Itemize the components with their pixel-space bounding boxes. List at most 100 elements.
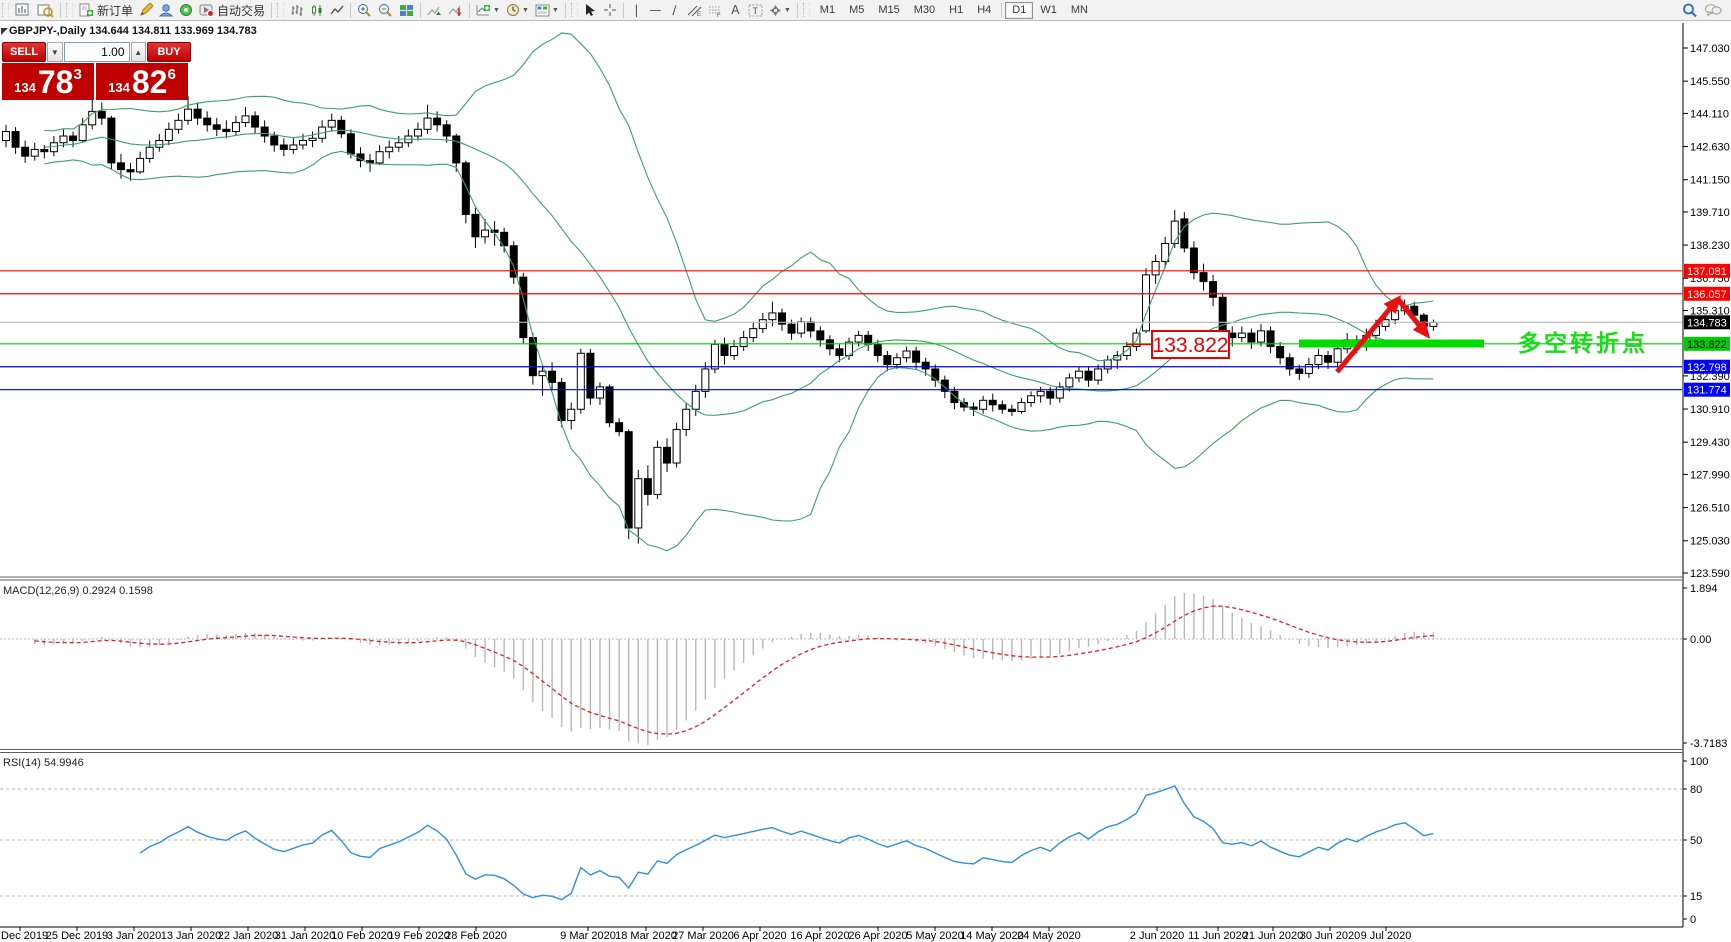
rsi-indicator-label: RSI(14) 54.9946: [3, 757, 84, 769]
vline-tool-button[interactable]: |: [627, 1, 646, 19]
timeframe-button-h1[interactable]: H1: [942, 2, 970, 19]
svg-text:137.081: 137.081: [1687, 266, 1727, 278]
svg-text:0.00: 0.00: [1690, 634, 1711, 646]
sell-price-button[interactable]: 134 78 3: [2, 63, 94, 100]
svg-text:142.630: 142.630: [1690, 142, 1730, 154]
svg-text:27 Mar 2020: 27 Mar 2020: [672, 930, 734, 942]
periods-button[interactable]: ▼: [503, 1, 532, 19]
hline-tool-button[interactable]: —: [646, 1, 665, 19]
bar-chart-button[interactable]: [287, 1, 307, 19]
toolbar-grip[interactable]: [802, 3, 810, 17]
svg-text:E: E: [697, 12, 701, 17]
svg-text:130.910: 130.910: [1690, 404, 1730, 416]
svg-text:31 Jan 2020: 31 Jan 2020: [275, 930, 336, 942]
strategy-tester-button[interactable]: [156, 1, 176, 19]
chat-icon: [1705, 4, 1722, 17]
svg-text:3 Jan 2020: 3 Jan 2020: [107, 930, 161, 942]
svg-text:1.894: 1.894: [1690, 583, 1718, 595]
buy-price-button[interactable]: 134 82 6: [96, 63, 188, 100]
svg-text:22 Jan 2020: 22 Jan 2020: [218, 930, 279, 942]
timeframe-button-m5[interactable]: M5: [842, 2, 871, 19]
sound-icon: [180, 4, 193, 16]
svg-text:21 Jun 2020: 21 Jun 2020: [1243, 930, 1304, 942]
toolbar-separator: [350, 2, 352, 18]
buy-price-pips: 82: [131, 63, 168, 100]
chevron-down-icon: ▼: [521, 6, 529, 14]
arrows-tool-button[interactable]: ▼: [766, 1, 794, 19]
sell-button[interactable]: SELL: [2, 42, 47, 62]
chevron-down-icon: ▼: [783, 6, 791, 14]
svg-text:T: T: [752, 6, 758, 16]
svg-text:19 Feb 2020: 19 Feb 2020: [388, 930, 450, 942]
volume-up-button[interactable]: ▲: [130, 42, 146, 62]
rsi-pane: [0, 785, 1682, 901]
candlestick-button[interactable]: [307, 1, 327, 19]
svg-text:5 Dec 2019: 5 Dec 2019: [0, 930, 48, 942]
tile-windows-button[interactable]: [396, 1, 417, 19]
svg-text:10 Feb 2020: 10 Feb 2020: [331, 930, 393, 942]
svg-text:129.430: 129.430: [1690, 437, 1730, 449]
buy-button[interactable]: BUY: [146, 42, 191, 62]
cursor-tool-button[interactable]: [581, 1, 600, 19]
new-chart-button[interactable]: [12, 1, 34, 19]
buy-price-big-figure: 134: [108, 80, 130, 95]
toolbar-grip[interactable]: [277, 3, 285, 17]
timeframe-button-h4[interactable]: H4: [970, 2, 998, 19]
chart-title: GBPJPY-,Daily 134.644 134.811 133.969 13…: [9, 25, 257, 37]
profiles-button[interactable]: [34, 1, 57, 19]
svg-text:133.822: 133.822: [1687, 339, 1727, 351]
chart-shift-button[interactable]: [445, 1, 466, 19]
zoom-out-button[interactable]: [375, 1, 396, 19]
svg-text:9 Jul 2020: 9 Jul 2020: [1361, 930, 1412, 942]
channel-tool-button[interactable]: E: [684, 1, 705, 19]
auto-trading-icon: [199, 4, 215, 17]
metaeditor-button[interactable]: [136, 1, 156, 19]
timeframe-bar: M1 M5 M15 M30 H1 H4 D1 W1 MN: [813, 1, 1095, 19]
svg-text:133.822: 133.822: [1153, 334, 1229, 357]
timeframe-button-m15[interactable]: M15: [871, 2, 906, 19]
timeframe-button-mn[interactable]: MN: [1064, 2, 1095, 19]
svg-text:2 Jun 2020: 2 Jun 2020: [1130, 930, 1184, 942]
chat-button[interactable]: [1701, 1, 1725, 19]
indicators-button[interactable]: ▼: [473, 1, 503, 19]
volume-down-button[interactable]: ▼: [47, 42, 63, 62]
arrows-icon: [769, 4, 781, 16]
alerts-button[interactable]: [176, 1, 196, 19]
timeframe-button-w1[interactable]: W1: [1033, 2, 1064, 19]
toolbar-grip[interactable]: [66, 3, 73, 17]
fibonacci-tool-button[interactable]: F: [705, 1, 726, 19]
svg-text:25 Dec 2019: 25 Dec 2019: [46, 930, 108, 942]
svg-text:147.030: 147.030: [1690, 43, 1730, 55]
cursor-icon: [586, 4, 596, 16]
svg-text:30 Jun 2020: 30 Jun 2020: [1300, 930, 1361, 942]
templates-icon: [535, 4, 550, 16]
svg-text:132.798: 132.798: [1687, 362, 1727, 374]
svg-text:-3.7183: -3.7183: [1690, 738, 1727, 750]
zoom-in-button[interactable]: [354, 1, 375, 19]
new-chart-icon: [15, 3, 29, 16]
toolbar-grip[interactable]: [2, 3, 9, 17]
auto-scroll-icon: [427, 6, 442, 15]
timeframe-button-d1[interactable]: D1: [1005, 1, 1034, 19]
search-button[interactable]: [1679, 1, 1701, 19]
timeframe-button-m1[interactable]: M1: [813, 2, 842, 19]
timeframe-button-m30[interactable]: M30: [907, 2, 942, 19]
templates-button[interactable]: ▼: [532, 1, 562, 19]
price-chart[interactable]: 133.822 多空转折点 147.030 145.550 144.110 142.630…: [0, 20, 1731, 942]
sell-price-fraction: 3: [73, 66, 82, 83]
new-order-label: 新订单: [97, 3, 134, 18]
label-tool-button[interactable]: T: [745, 1, 766, 19]
crosshair-tool-button[interactable]: [600, 1, 620, 19]
line-chart-button[interactable]: [327, 1, 347, 19]
text-tool-button[interactable]: A: [726, 1, 745, 19]
volume-input[interactable]: [63, 42, 130, 62]
auto-trading-button[interactable]: 自动交易: [196, 1, 268, 19]
svg-text:134.783: 134.783: [1687, 317, 1727, 329]
trendline-tool-button[interactable]: ∕: [665, 1, 684, 19]
svg-text:50: 50: [1690, 835, 1702, 847]
auto-scroll-button[interactable]: [424, 1, 445, 19]
toolbar-grip[interactable]: [570, 3, 578, 17]
bar-chart-icon: [291, 4, 303, 16]
new-order-button[interactable]: 新订单: [76, 1, 136, 19]
tester-icon: [159, 4, 174, 17]
